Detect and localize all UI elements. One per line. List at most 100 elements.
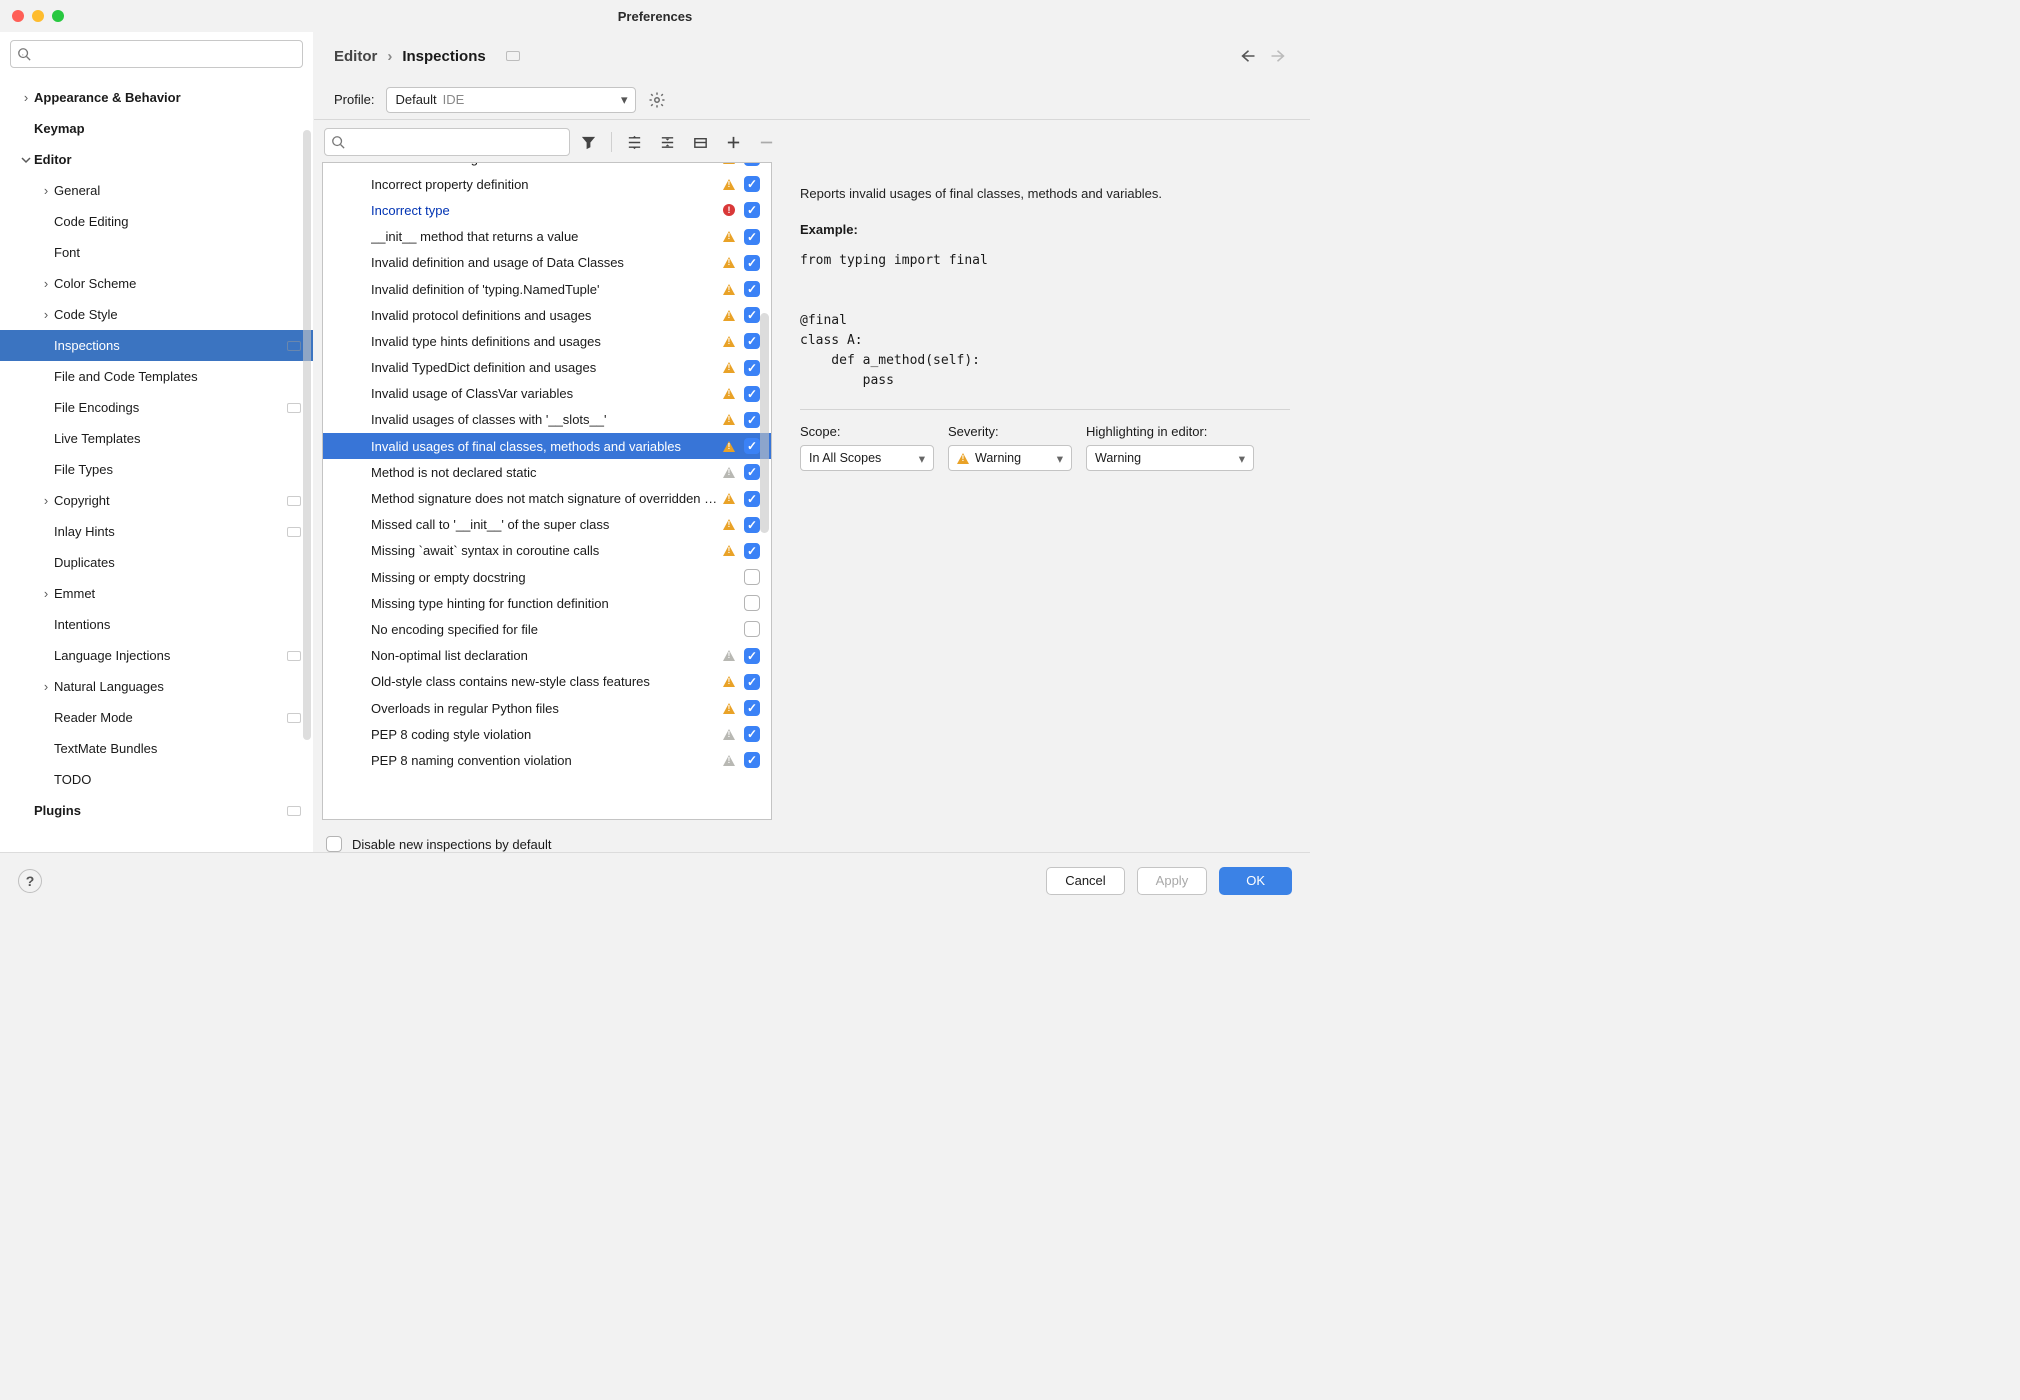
sidebar-item-general[interactable]: ›General xyxy=(0,175,313,206)
sidebar-item-color-scheme[interactable]: ›Color Scheme xyxy=(0,268,313,299)
minimize-window-button[interactable] xyxy=(32,10,44,22)
inspection-search-input[interactable] xyxy=(324,128,570,156)
inspection-checkbox[interactable] xyxy=(744,360,760,376)
profile-dropdown[interactable]: Default IDE ▾ xyxy=(386,87,636,113)
cancel-button[interactable]: Cancel xyxy=(1046,867,1124,895)
inspection-checkbox[interactable] xyxy=(744,700,760,716)
inspection-checkbox[interactable] xyxy=(744,162,760,166)
inspection-checkbox[interactable] xyxy=(744,202,760,218)
inspection-checkbox[interactable] xyxy=(744,333,760,349)
sidebar-scrollbar[interactable] xyxy=(303,130,311,740)
sidebar-item-intentions[interactable]: Intentions xyxy=(0,609,313,640)
sidebar-item-language-injections[interactable]: Language Injections xyxy=(0,640,313,671)
sidebar-item-reader-mode[interactable]: Reader Mode xyxy=(0,702,313,733)
add-icon[interactable] xyxy=(725,134,742,151)
scope-label: Scope: xyxy=(800,424,934,439)
sidebar-item-todo[interactable]: TODO xyxy=(0,764,313,795)
sidebar-item-live-templates[interactable]: Live Templates xyxy=(0,423,313,454)
disable-new-inspections-checkbox[interactable] xyxy=(326,836,342,852)
inspection-row[interactable]: Invalid definition and usage of Data Cla… xyxy=(323,250,771,276)
inspection-row[interactable]: Missing type hinting for function defini… xyxy=(323,590,771,616)
filter-icon[interactable] xyxy=(580,134,597,151)
sidebar-search-input[interactable] xyxy=(10,40,303,68)
sidebar-item-file-and-code-templates[interactable]: File and Code Templates xyxy=(0,361,313,392)
profile-settings-button[interactable] xyxy=(648,91,666,109)
inspection-row[interactable]: Incorrect property definition xyxy=(323,171,771,197)
sidebar-item-copyright[interactable]: ›Copyright xyxy=(0,485,313,516)
inspection-checkbox[interactable] xyxy=(744,438,760,454)
inspection-row[interactable]: __init__ method that returns a value xyxy=(323,224,771,250)
inspection-checkbox[interactable] xyxy=(744,569,760,585)
inspection-checkbox[interactable] xyxy=(744,255,760,271)
sidebar-item-duplicates[interactable]: Duplicates xyxy=(0,547,313,578)
inspection-row[interactable]: Missing `await` syntax in coroutine call… xyxy=(323,538,771,564)
sidebar-item-editor[interactable]: Editor xyxy=(0,144,313,175)
sidebar-item-keymap[interactable]: Keymap xyxy=(0,113,313,144)
sidebar-item-natural-languages[interactable]: ›Natural Languages xyxy=(0,671,313,702)
inspection-row[interactable]: Invalid usage of ClassVar variables xyxy=(323,381,771,407)
sidebar-item-inlay-hints[interactable]: Inlay Hints xyxy=(0,516,313,547)
expand-all-icon[interactable] xyxy=(626,134,643,151)
severity-dropdown[interactable]: Warning ▾ xyxy=(948,445,1072,471)
sidebar-item-inspections[interactable]: Inspections xyxy=(0,330,313,361)
inspection-row[interactable]: Method signature does not match signatur… xyxy=(323,485,771,511)
reset-icon[interactable] xyxy=(692,134,709,151)
list-scrollbar[interactable] xyxy=(760,313,769,533)
sidebar-item-emmet[interactable]: ›Emmet xyxy=(0,578,313,609)
chevron-right-icon: › xyxy=(38,493,54,508)
inspection-row[interactable]: PEP 8 naming convention violation xyxy=(323,747,771,773)
inspection-checkbox[interactable] xyxy=(744,648,760,664)
inspection-checkbox[interactable] xyxy=(744,307,760,323)
inspection-checkbox[interactable] xyxy=(744,412,760,428)
scope-dropdown[interactable]: In All Scopes ▾ xyxy=(800,445,934,471)
ok-button[interactable]: OK xyxy=(1219,867,1292,895)
inspection-checkbox[interactable] xyxy=(744,726,760,742)
inspection-row[interactable]: Overloads in regular Python files xyxy=(323,695,771,721)
inspection-row[interactable]: Missed call to '__init__' of the super c… xyxy=(323,512,771,538)
sidebar-item-label: Code Editing xyxy=(54,214,301,229)
inspection-checkbox[interactable] xyxy=(744,752,760,768)
inspection-checkbox[interactable] xyxy=(744,543,760,559)
highlighting-dropdown[interactable]: Warning ▾ xyxy=(1086,445,1254,471)
maximize-window-button[interactable] xyxy=(52,10,64,22)
inspection-row[interactable]: Incorrect type xyxy=(323,197,771,223)
inspection-row[interactable]: Non-optimal list declaration xyxy=(323,643,771,669)
inspection-row[interactable]: Invalid TypedDict definition and usages xyxy=(323,355,771,381)
inspection-row[interactable]: Invalid type hints definitions and usage… xyxy=(323,328,771,354)
nav-back-button[interactable] xyxy=(1238,47,1256,65)
sidebar-item-plugins[interactable]: Plugins xyxy=(0,795,313,826)
inspection-checkbox[interactable] xyxy=(744,386,760,402)
inspection-checkbox[interactable] xyxy=(744,491,760,507)
scope-badge-icon xyxy=(287,341,301,351)
sidebar-item-font[interactable]: Font xyxy=(0,237,313,268)
sidebar-item-file-types[interactable]: File Types xyxy=(0,454,313,485)
inspection-checkbox[interactable] xyxy=(744,595,760,611)
inspection-row[interactable]: Invalid usages of final classes, methods… xyxy=(323,433,771,459)
sidebar-item-textmate-bundles[interactable]: TextMate Bundles xyxy=(0,733,313,764)
inspection-row[interactable]: Invalid usages of classes with '__slots_… xyxy=(323,407,771,433)
inspection-row[interactable]: Invalid definition of 'typing.NamedTuple… xyxy=(323,276,771,302)
inspection-checkbox[interactable] xyxy=(744,281,760,297)
close-window-button[interactable] xyxy=(12,10,24,22)
inspection-row[interactable]: Method is not declared static xyxy=(323,459,771,485)
inspection-checkbox[interactable] xyxy=(744,464,760,480)
inspection-row[interactable]: PEP 8 coding style violation xyxy=(323,721,771,747)
inspection-checkbox[interactable] xyxy=(744,176,760,192)
inspection-checkbox[interactable] xyxy=(744,674,760,690)
sidebar-item-file-encodings[interactable]: File Encodings xyxy=(0,392,313,423)
inspection-checkbox[interactable] xyxy=(744,621,760,637)
collapse-all-icon[interactable] xyxy=(659,134,676,151)
inspection-checkbox[interactable] xyxy=(744,229,760,245)
inspection-row[interactable]: Incorrect docstring xyxy=(323,162,771,171)
sidebar-item-appearance-behavior[interactable]: ›Appearance & Behavior xyxy=(0,82,313,113)
inspection-label: Method is not declared static xyxy=(371,465,719,480)
help-button[interactable]: ? xyxy=(18,869,42,893)
breadcrumb-parent[interactable]: Editor xyxy=(334,48,377,65)
inspection-checkbox[interactable] xyxy=(744,517,760,533)
inspection-row[interactable]: Old-style class contains new-style class… xyxy=(323,669,771,695)
inspection-row[interactable]: Invalid protocol definitions and usages xyxy=(323,302,771,328)
sidebar-item-code-editing[interactable]: Code Editing xyxy=(0,206,313,237)
inspection-row[interactable]: No encoding specified for file xyxy=(323,616,771,642)
inspection-row[interactable]: Missing or empty docstring xyxy=(323,564,771,590)
sidebar-item-code-style[interactable]: ›Code Style xyxy=(0,299,313,330)
